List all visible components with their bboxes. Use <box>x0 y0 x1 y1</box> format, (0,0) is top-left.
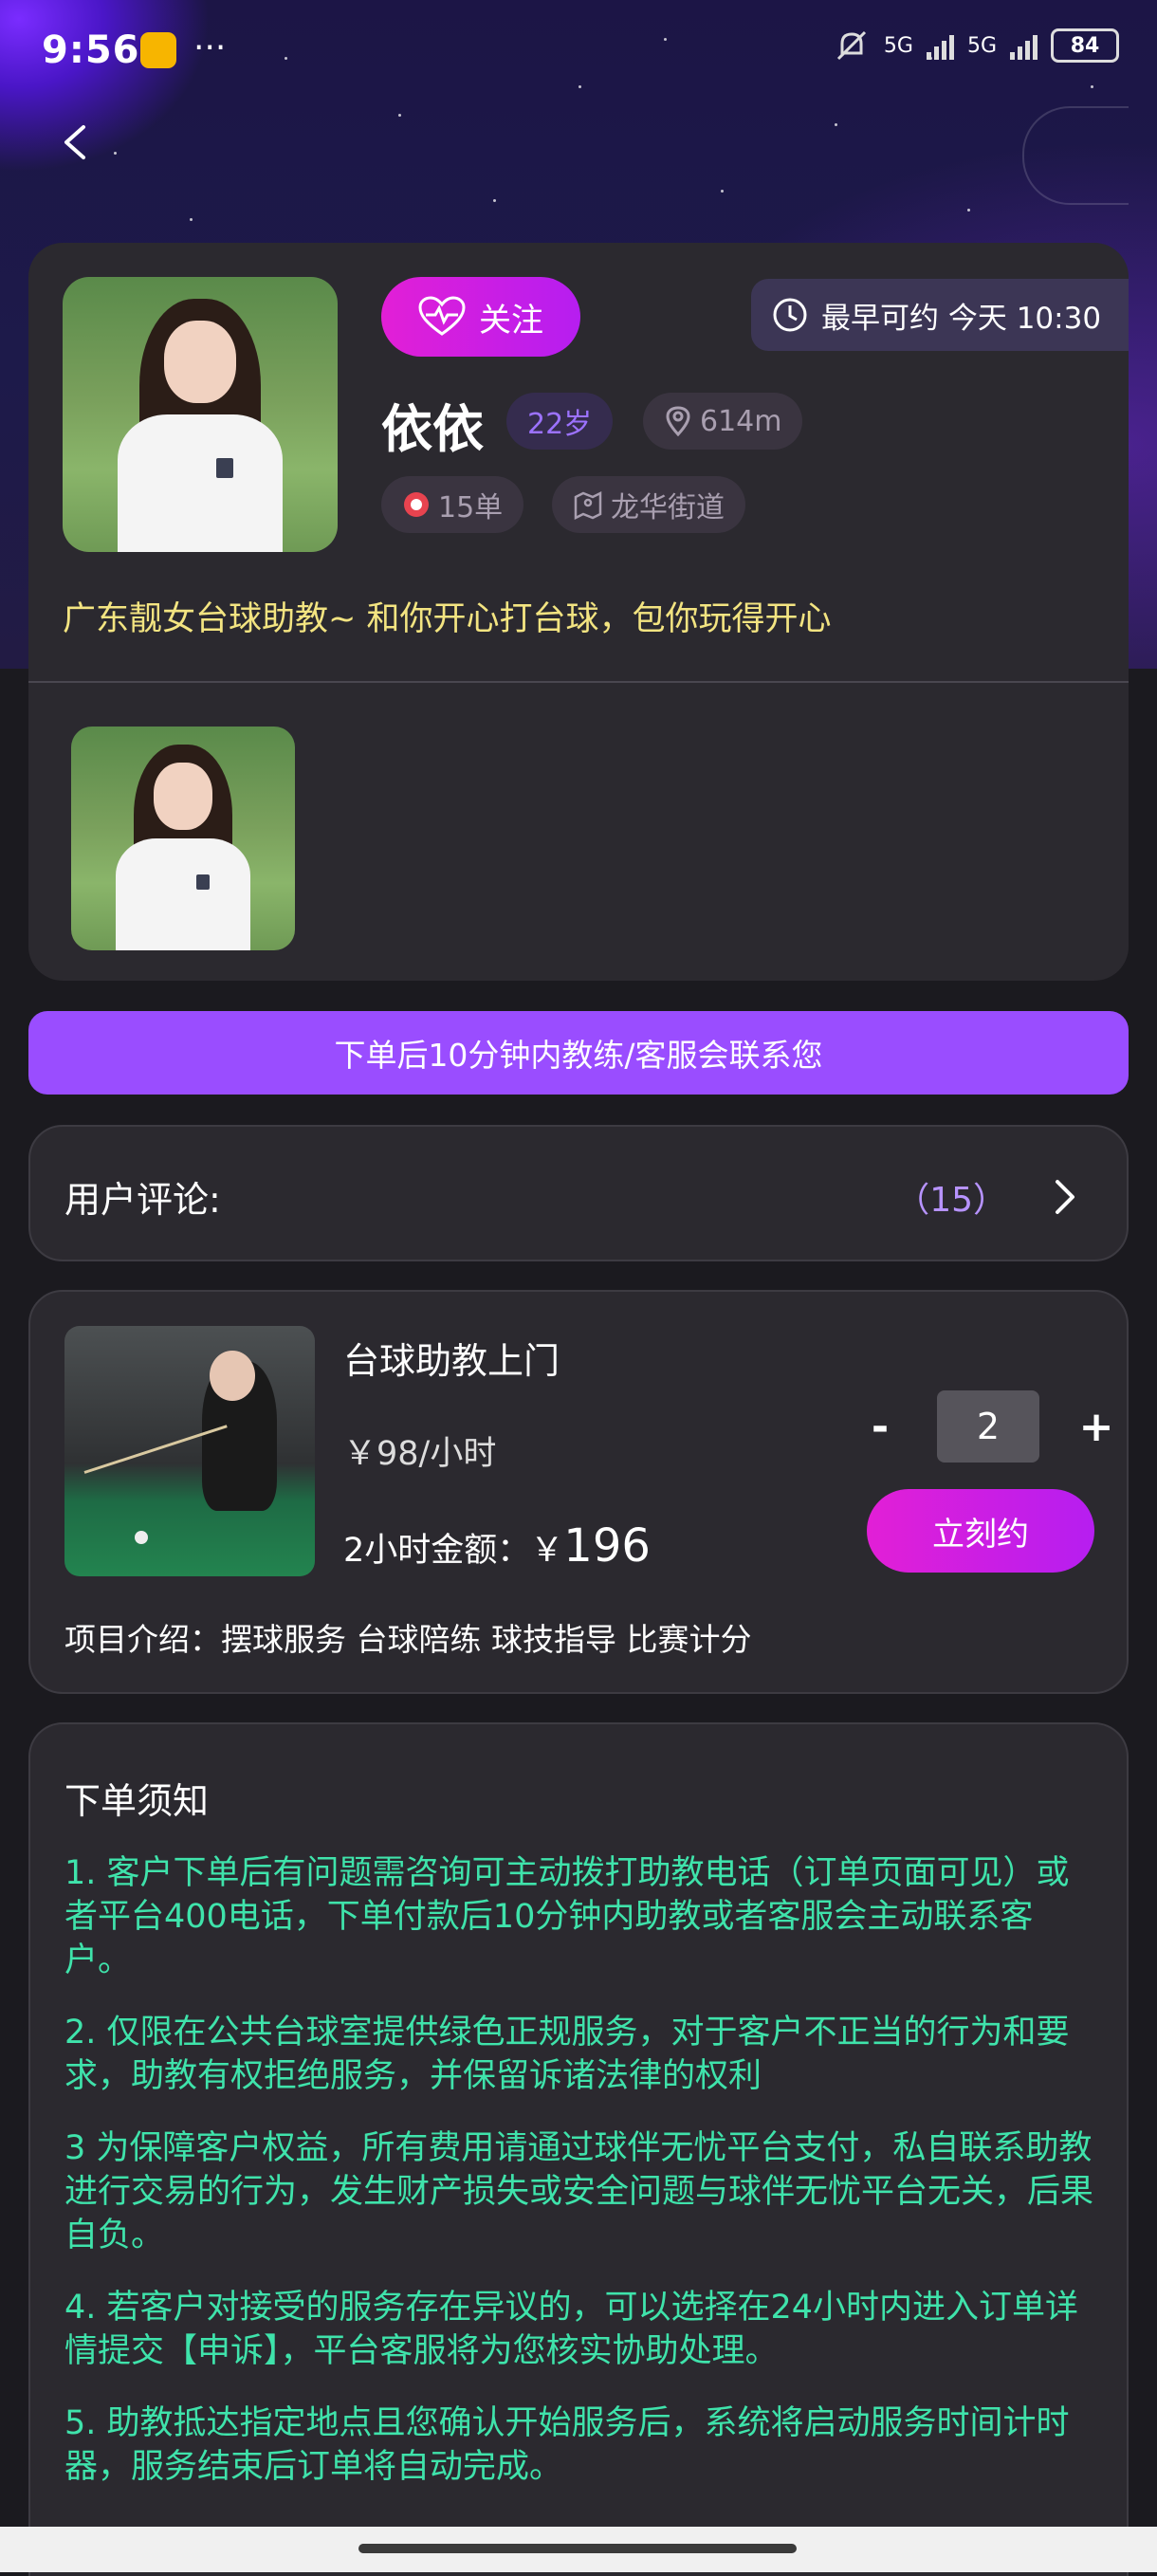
status-bar: 9:56 ··· 5G 5G 84 <box>0 0 1157 104</box>
billiard-ball-icon <box>404 492 429 517</box>
distance-badge: 614m <box>643 393 803 450</box>
order-count-badge: 15单 <box>381 476 524 533</box>
service-description: 项目介绍：摆球服务 台球陪练 球技指导 比赛计分 <box>64 1621 752 1658</box>
earliest-availability: 最早可约 今天 10:30 <box>751 279 1129 351</box>
more-notifications-icon: ··· <box>193 28 227 67</box>
profile-card: 关注 最早可约 今天 10:30 依依 22岁 614m 15单 龙华街道 广东… <box>28 243 1129 981</box>
notification-app-icon <box>140 32 176 68</box>
area-text: 龙华街道 <box>611 491 725 524</box>
mute-bell-icon <box>836 30 866 61</box>
book-now-label: 立刻约 <box>932 1515 1029 1554</box>
decrease-button[interactable]: - <box>852 1403 909 1451</box>
rule-item: 2. 仅限在公共台球室提供绿色正规服务，对于客户不正当的行为和要求，助教有权拒绝… <box>64 2014 1070 2095</box>
gesture-bar <box>0 2527 1157 2572</box>
signal-icon-1 <box>926 31 954 60</box>
home-indicator[interactable] <box>358 2544 797 2553</box>
rules-title: 下单须知 <box>64 1780 210 1822</box>
battery-icon: 84 <box>1051 28 1119 63</box>
service-image <box>64 1326 315 1576</box>
age-text: 22岁 <box>527 408 593 441</box>
quantity-value[interactable]: 2 <box>937 1390 1039 1463</box>
reviews-row[interactable]: 用户评论: （15） <box>28 1125 1129 1261</box>
order-count-text: 15单 <box>438 491 504 524</box>
service-total-label: 2小时金额：￥ <box>343 1532 564 1570</box>
network-label-2: 5G <box>966 33 997 58</box>
service-title: 台球助教上门 <box>343 1340 560 1382</box>
quantity-stepper: - 2 + <box>852 1390 1125 1463</box>
map-icon <box>574 490 602 520</box>
service-card: 台球助教上门 ￥98/小时 2小时金额：￥196 - 2 + 立刻约 项目介绍：… <box>28 1290 1129 1694</box>
battery-level: 84 <box>1070 33 1100 58</box>
clock-icon <box>773 298 807 332</box>
chevron-right-icon <box>1056 1180 1074 1214</box>
follow-button[interactable]: 关注 <box>381 277 580 357</box>
book-now-button[interactable]: 立刻约 <box>867 1489 1094 1573</box>
location-pin-icon <box>666 406 690 436</box>
moon-decoration <box>1022 106 1129 205</box>
service-unit-price: ￥98/小时 <box>343 1435 497 1473</box>
rule-item: 5. 助教抵达指定地点且您确认开始服务后，系统将启动服务时间计时器，服务结束后订… <box>64 2404 1070 2486</box>
back-arrow-icon[interactable] <box>57 123 95 161</box>
rule-item: 3 为保障客户权益，所有费用请通过球伴无忧平台支付，私自联系助教进行交易的行为，… <box>64 2129 1094 2254</box>
age-badge: 22岁 <box>506 393 614 450</box>
status-time: 9:56 <box>42 28 140 72</box>
distance-text: 614m <box>700 404 782 438</box>
coach-slogan: 广东靓女台球助教~ 和你开心打台球，包你玩得开心 <box>63 600 832 638</box>
rule-item: 1. 客户下单后有问题需咨询可主动拨打助教电话（订单页面可见）或者平台400电话… <box>64 1854 1070 1979</box>
coach-name: 依依 <box>381 399 484 459</box>
increase-button[interactable]: + <box>1068 1403 1125 1451</box>
reviews-count: （15） <box>895 1181 1007 1220</box>
earliest-text: 最早可约 今天 10:30 <box>821 301 1102 336</box>
contact-notice-text: 下单后10分钟内教练/客服会联系您 <box>334 1037 823 1074</box>
signal-icon-2 <box>1010 31 1038 60</box>
divider <box>28 681 1129 683</box>
rules-list: 1. 客户下单后有问题需咨询可主动拨打助教电话（订单页面可见）或者平台400电话… <box>64 1851 1098 2517</box>
rule-item: 4. 若客户对接受的服务存在异议的，可以选择在24小时内进入订单详情提交【申诉】… <box>64 2289 1079 2370</box>
service-total-value: 196 <box>563 1519 651 1573</box>
coach-avatar[interactable] <box>63 277 338 552</box>
heart-pulse-icon <box>418 296 466 336</box>
contact-notice-banner: 下单后10分钟内教练/客服会联系您 <box>28 1011 1129 1095</box>
area-badge: 龙华街道 <box>552 476 745 533</box>
service-total: 2小时金额：￥196 <box>343 1519 651 1573</box>
order-rules-card: 下单须知 1. 客户下单后有问题需咨询可主动拨打助教电话（订单页面可见）或者平台… <box>28 1722 1129 2576</box>
follow-label: 关注 <box>479 301 543 340</box>
reviews-label: 用户评论: <box>64 1179 221 1221</box>
gallery-photo[interactable] <box>71 727 295 950</box>
network-label-1: 5G <box>883 33 913 58</box>
